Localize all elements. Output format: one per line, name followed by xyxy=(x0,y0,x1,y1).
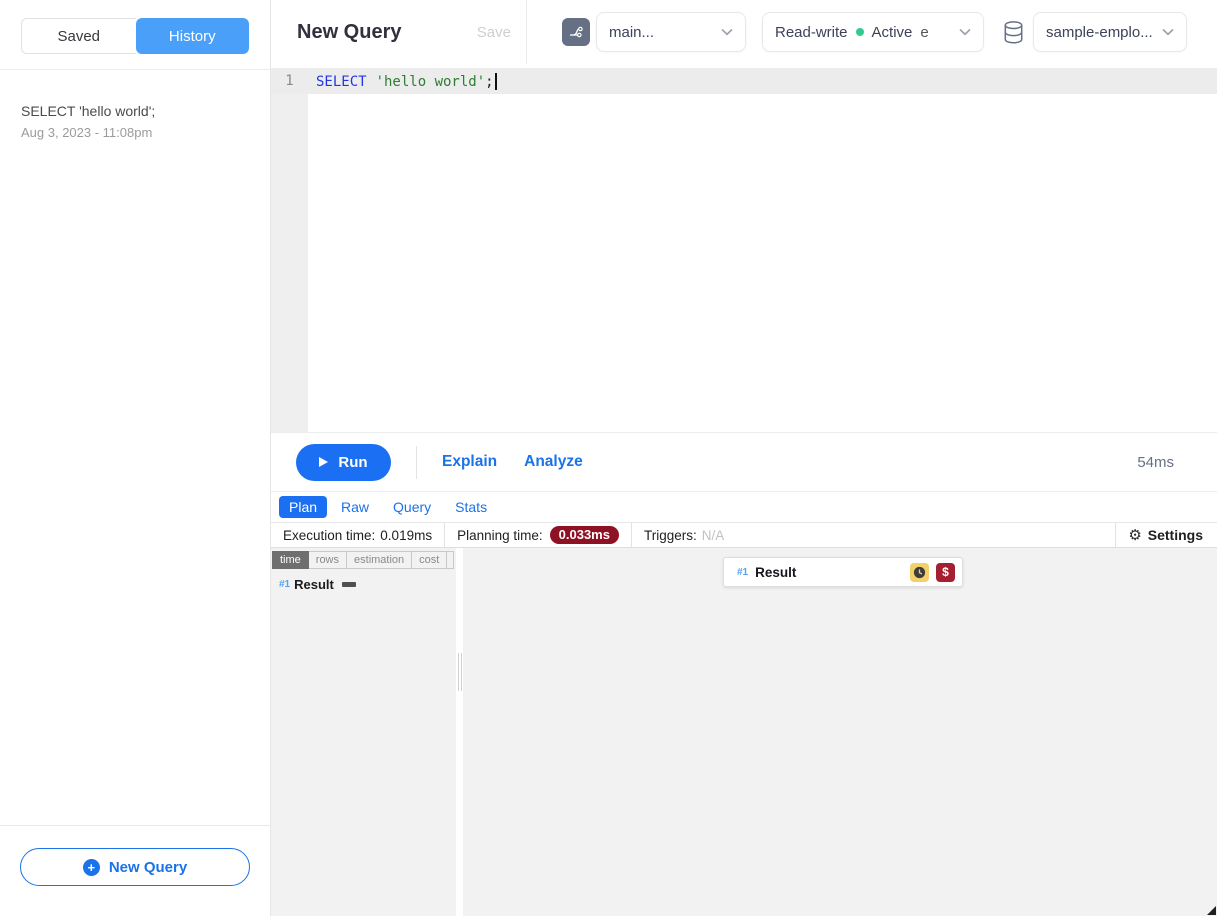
plan-metric-tabs: time rows estimation cost xyxy=(272,551,456,569)
endpoint-select[interactable]: Read-write Active e xyxy=(762,12,984,52)
stats-bar: Execution time: 0.019ms Planning time: 0… xyxy=(271,522,1217,548)
result-tabs: Plan Raw Query Stats xyxy=(271,492,1217,522)
plan-tree-panel: time rows estimation cost #1 Result xyxy=(271,548,456,916)
chevron-down-icon xyxy=(959,28,971,36)
planning-time-label: Planning time: xyxy=(457,528,543,543)
history-query-text: SELECT 'hello world'; xyxy=(21,102,249,120)
saved-history-toggle: Saved History xyxy=(21,18,249,54)
tab-saved[interactable]: Saved xyxy=(21,18,136,54)
text-cursor xyxy=(495,73,497,90)
query-duration: 54ms xyxy=(1137,454,1174,471)
sql-string: 'hello world' xyxy=(376,74,486,90)
metric-tab-rows[interactable]: rows xyxy=(309,551,347,569)
gear-icon: ⚙ xyxy=(1128,528,1141,543)
planning-time-stat: Planning time: 0.033ms xyxy=(444,523,631,547)
resize-grip[interactable] xyxy=(1207,906,1216,915)
branch-icon-button[interactable] xyxy=(562,18,590,46)
run-button[interactable]: Run xyxy=(296,444,391,481)
metric-tab-estimation[interactable]: estimation xyxy=(347,551,412,569)
planning-time-badge: 0.033ms xyxy=(550,526,619,544)
chevron-down-icon xyxy=(1162,28,1174,36)
execution-time-value: 0.019ms xyxy=(380,528,432,543)
settings-label: Settings xyxy=(1148,527,1203,543)
endpoint-status-label: Active xyxy=(872,24,913,41)
graph-node-id: #1 xyxy=(737,567,748,578)
splitter-handle-icon xyxy=(458,653,462,691)
chevron-down-icon xyxy=(721,28,733,36)
execution-time-stat: Execution time: 0.019ms xyxy=(271,523,444,547)
play-icon xyxy=(319,457,328,467)
triggers-stat: Triggers: N/A xyxy=(631,523,736,547)
code-text: SELECT 'hello world'; xyxy=(308,73,497,90)
triggers-value: N/A xyxy=(702,528,725,543)
tab-history[interactable]: History xyxy=(136,18,250,54)
editor-header: New Query Save xyxy=(271,0,527,64)
plan-node-label: Result xyxy=(294,577,334,592)
top-header: New Query Save main... xyxy=(271,0,1217,64)
editor-gutter xyxy=(271,68,308,432)
plan-view: time rows estimation cost #1 Result #1 xyxy=(271,548,1217,916)
sql-terminator: ; xyxy=(485,74,493,90)
settings-button[interactable]: ⚙ Settings xyxy=(1115,523,1217,547)
new-query-button[interactable]: + New Query xyxy=(20,848,250,886)
query-title: New Query xyxy=(297,21,401,44)
plus-icon: + xyxy=(83,859,100,876)
run-bar: Run Explain Analyze 54ms xyxy=(271,432,1217,492)
run-button-label: Run xyxy=(338,454,367,471)
plan-tree-node[interactable]: #1 Result xyxy=(279,577,456,592)
sql-editor[interactable]: 1 SELECT 'hello world'; xyxy=(271,64,1217,432)
metric-tab-stub xyxy=(447,551,454,569)
history-list: SELECT 'hello world'; Aug 3, 2023 - 11:0… xyxy=(0,70,270,825)
plan-node-id: #1 xyxy=(279,579,290,590)
history-timestamp: Aug 3, 2023 - 11:08pm xyxy=(21,125,249,140)
tab-raw[interactable]: Raw xyxy=(331,496,379,518)
app-window: Saved History SELECT 'hello world'; Aug … xyxy=(0,0,1217,916)
tab-stats[interactable]: Stats xyxy=(445,496,497,518)
execution-time-label: Execution time: xyxy=(283,528,375,543)
clock-icon xyxy=(910,563,929,582)
plan-node-time-bar-icon xyxy=(342,582,356,587)
tab-query[interactable]: Query xyxy=(383,496,441,518)
graph-node-label: Result xyxy=(755,565,796,580)
line-number: 1 xyxy=(271,73,308,89)
endpoint-truncated-text: e xyxy=(920,24,928,41)
metric-tab-cost[interactable]: cost xyxy=(412,551,447,569)
plan-splitter[interactable] xyxy=(456,548,463,916)
dollar-icon: $ xyxy=(936,563,955,582)
database-select[interactable]: sample-emplo... xyxy=(1033,12,1187,52)
spacer xyxy=(736,523,1115,547)
active-status-dot-icon xyxy=(856,28,864,36)
query-sidebar: Saved History SELECT 'hello world'; Aug … xyxy=(0,0,271,916)
explain-link[interactable]: Explain xyxy=(442,453,497,471)
plan-graph-node[interactable]: #1 Result $ xyxy=(723,557,963,587)
graph-node-badges: $ xyxy=(910,563,955,582)
connection-toolbar: main... Read-write Active e xyxy=(527,0,1217,64)
triggers-label: Triggers: xyxy=(644,528,697,543)
git-branch-icon xyxy=(568,24,584,40)
database-icon xyxy=(1002,20,1025,45)
history-list-item[interactable]: SELECT 'hello world'; Aug 3, 2023 - 11:0… xyxy=(0,96,270,146)
plan-graph-panel: #1 Result $ xyxy=(463,548,1217,916)
sidebar-footer: + New Query xyxy=(0,825,270,916)
main-panel: New Query Save main... xyxy=(271,0,1217,916)
branch-select-value: main... xyxy=(609,24,654,41)
branch-select[interactable]: main... xyxy=(596,12,746,52)
new-query-button-label: New Query xyxy=(109,859,187,876)
sql-keyword: SELECT xyxy=(316,74,367,90)
database-select-value: sample-emplo... xyxy=(1046,24,1153,41)
sidebar-tabs-container: Saved History xyxy=(0,0,270,70)
metric-tab-time[interactable]: time xyxy=(272,551,309,569)
editor-active-line[interactable]: 1 SELECT 'hello world'; xyxy=(271,68,1217,94)
endpoint-mode-label: Read-write xyxy=(775,24,848,41)
save-button[interactable]: Save xyxy=(477,24,511,41)
analyze-link[interactable]: Analyze xyxy=(524,453,583,471)
divider xyxy=(416,446,417,479)
tab-plan[interactable]: Plan xyxy=(279,496,327,518)
